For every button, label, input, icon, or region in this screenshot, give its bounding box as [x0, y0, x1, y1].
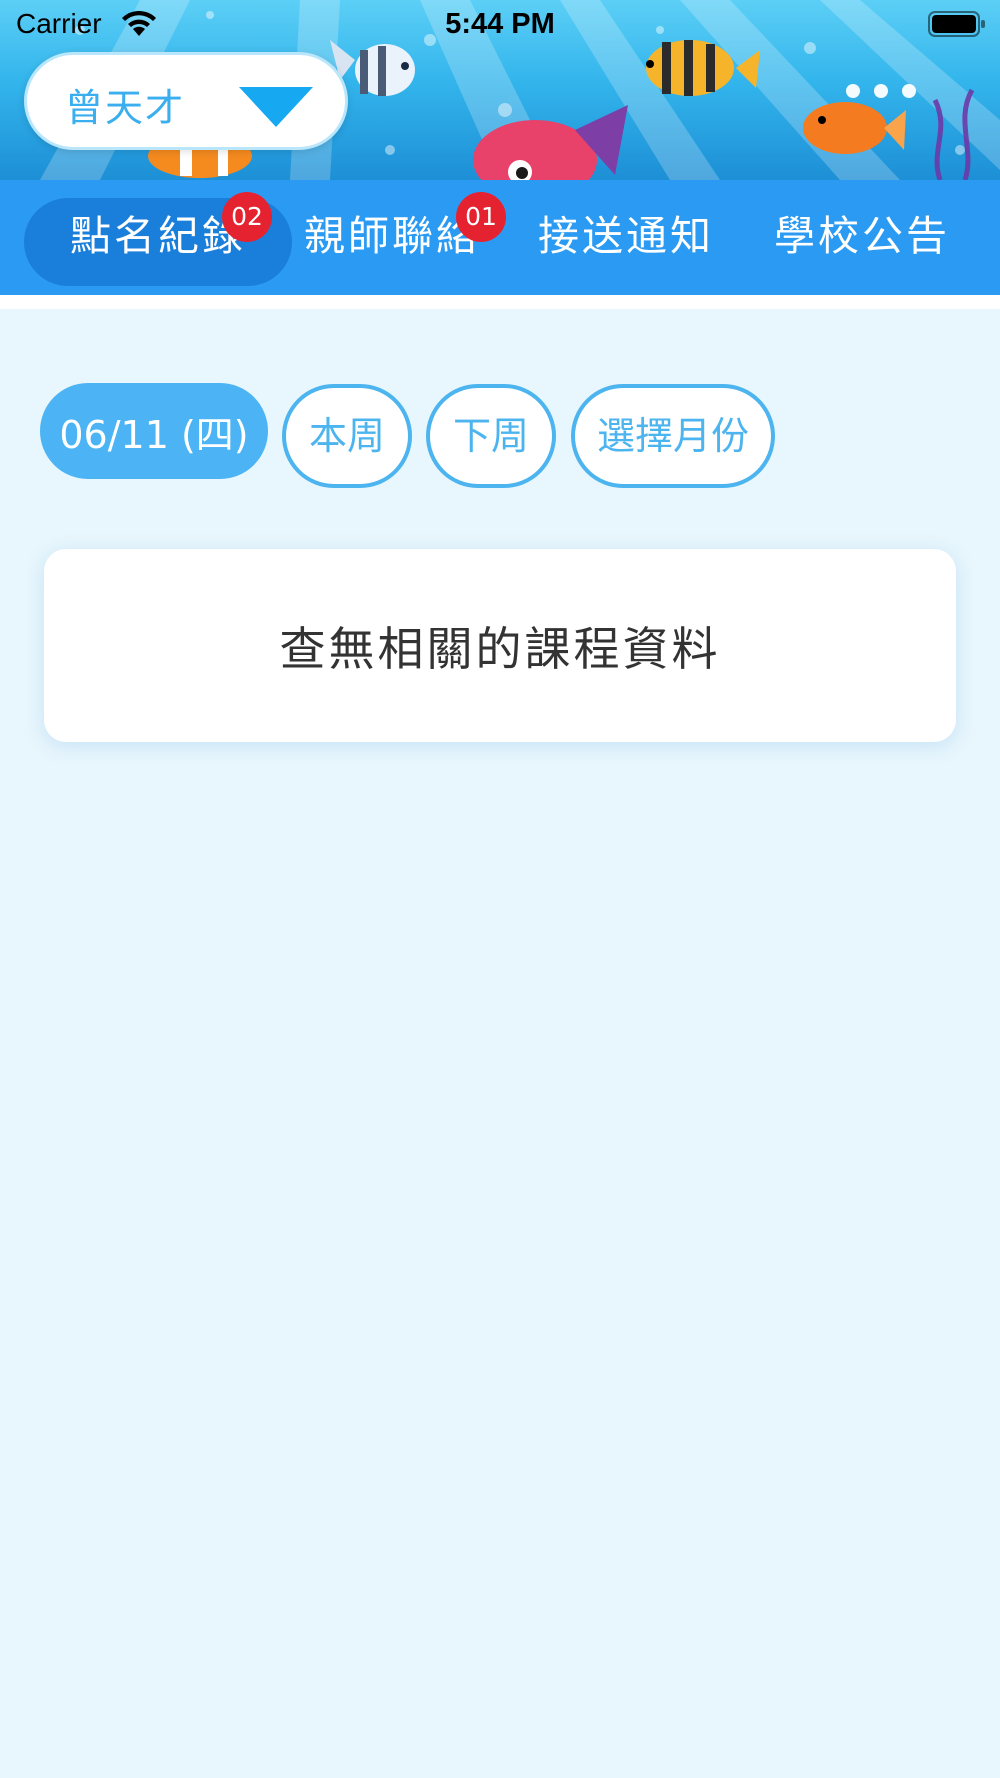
- student-name: 曾天才: [65, 86, 186, 130]
- tab-label: 學校公告: [774, 212, 950, 260]
- status-bar: Carrier 5:44 PM: [0, 0, 1000, 50]
- tab-label: 點名紀錄: [70, 212, 246, 260]
- empty-message: 查無相關的課程資料: [279, 622, 721, 676]
- divider: [0, 295, 1000, 309]
- page-dot: [874, 84, 888, 98]
- tab-pickup-notice[interactable]: 接送通知: [492, 198, 760, 286]
- empty-result-card: 查無相關的課程資料: [44, 549, 956, 742]
- page-dot: [846, 84, 860, 98]
- page-indicator: [846, 84, 926, 104]
- filter-next-week-chip[interactable]: 下周: [426, 384, 556, 488]
- status-time: 5:44 PM: [445, 8, 555, 40]
- tab-label: 接送通知: [538, 212, 714, 260]
- filter-this-week-chip[interactable]: 本周: [282, 384, 412, 488]
- tab-label: 親師聯絡: [304, 212, 480, 260]
- tab-bar: 點名紀錄 02 親師聯絡 01 接送通知 學校公告: [0, 180, 1000, 295]
- student-selector[interactable]: 曾天才: [24, 52, 348, 150]
- tab-school-announcements[interactable]: 學校公告: [728, 198, 996, 286]
- battery-icon: [928, 11, 985, 37]
- triangle-down-icon[interactable]: [239, 87, 313, 127]
- tab-attendance[interactable]: 點名紀錄 02: [24, 192, 292, 286]
- filter-today-chip[interactable]: 06/11 (四): [40, 383, 268, 479]
- page-dot: [902, 84, 916, 98]
- tab-parent-teacher-contact[interactable]: 親師聯絡 01: [258, 192, 526, 286]
- filter-select-month-chip[interactable]: 選擇月份: [571, 384, 775, 488]
